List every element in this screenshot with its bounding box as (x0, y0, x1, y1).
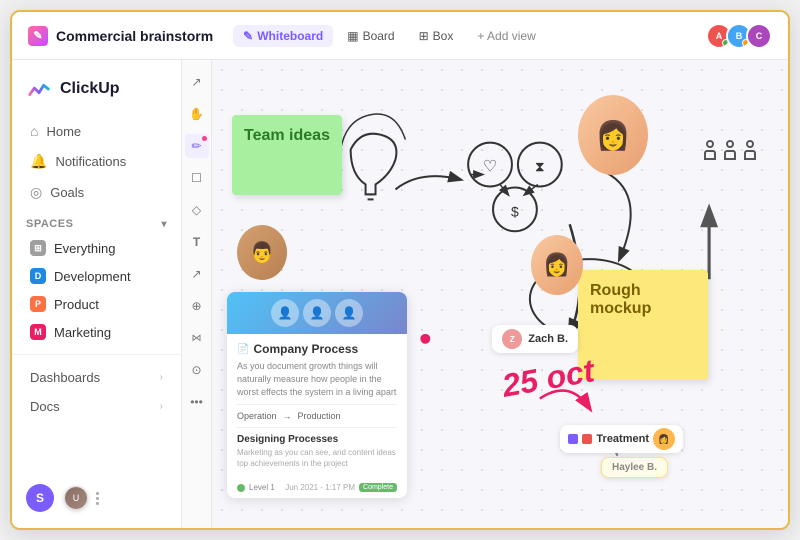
card-text: As you document growth things will natur… (237, 360, 397, 398)
home-icon: ⌂ (30, 123, 38, 139)
select-tool-button[interactable]: ↗ (185, 70, 209, 94)
more-tool-button[interactable]: ••• (185, 390, 209, 414)
card-body: 📄 Company Process As you document growth… (227, 334, 407, 477)
svg-text:$: $ (511, 203, 519, 219)
globe-tool-button[interactable]: ⊙ (185, 358, 209, 382)
sidebar-item-marketing[interactable]: M Marketing (16, 318, 177, 346)
tools-panel: ↗ ✋ ✏ ☐ ◇ T ↗ ⊕ ⋈ ⊙ ••• (182, 60, 212, 528)
everything-dot: ⊞ (30, 240, 46, 256)
whiteboard-icon: ✎ (243, 29, 253, 43)
canvas-oval-avatar: 👩 (531, 235, 583, 295)
box-icon: ⊞ (419, 29, 429, 43)
company-process-card[interactable]: 👤 👤 👤 📄 Company Process As you document … (227, 292, 407, 498)
dev-dot: D (30, 268, 46, 284)
view-board[interactable]: ▦ Board (337, 25, 404, 47)
project-icon: ✎ (28, 26, 48, 46)
sidebar-footer[interactable]: S U (12, 476, 181, 520)
header-views: ✎ Whiteboard ▦ Board ⊞ Box + Add view (233, 25, 546, 47)
pen-tool-button[interactable]: ✏ (185, 134, 209, 158)
date-text: 25 oct (499, 352, 597, 404)
zach-label[interactable]: Z Zach B. (492, 325, 578, 353)
dashboards-arrow: › (160, 372, 163, 383)
people-icons-group (702, 140, 758, 162)
person-icon-1 (702, 140, 718, 162)
clickup-logo-icon (26, 76, 52, 102)
sidebar-item-home[interactable]: ⌂ Home (16, 116, 177, 146)
canvas-man-avatar: 👨 (237, 225, 287, 280)
sidebar-item-notifications[interactable]: 🔔 Notifications (16, 146, 177, 177)
progress-dot (237, 484, 245, 492)
view-whiteboard[interactable]: ✎ Whiteboard (233, 25, 333, 47)
pen-dot (202, 136, 207, 141)
main-layout: ClickUp ⌂ Home 🔔 Notifications ◎ Goals S… (12, 60, 788, 528)
docs-arrow: › (160, 401, 163, 412)
graph-tool-button[interactable]: ⋈ (185, 326, 209, 350)
add-view-button[interactable]: + Add view (467, 25, 545, 47)
product-dot: P (30, 296, 46, 312)
project-name: Commercial brainstorm (56, 28, 213, 44)
card-header: 👤 👤 👤 (227, 292, 407, 334)
people-row-top (702, 140, 758, 162)
text-tool-button[interactable]: T (185, 230, 209, 254)
sidebar-item-goals[interactable]: ◎ Goals (16, 177, 177, 208)
app-window: ✎ Commercial brainstorm ✎ Whiteboard ▦ B… (10, 10, 790, 530)
sidebar-item-development[interactable]: D Development (16, 262, 177, 290)
header-avatars: A B C (706, 23, 772, 49)
user-avatar: S (26, 484, 54, 512)
card-divider (237, 404, 397, 405)
shape-tool-button[interactable]: ☐ (185, 166, 209, 190)
chevron-down-icon[interactable]: ▾ (161, 219, 167, 230)
card-subtitle: Designing Processes (237, 434, 397, 445)
sticky-note-rough-mockup[interactable]: Rough mockup (578, 270, 708, 380)
card-bottom-text: Marketing as you can see, and content id… (237, 448, 397, 469)
goals-icon: ◎ (30, 184, 42, 201)
more-options-button[interactable] (96, 492, 99, 505)
hand-tool-button[interactable]: ✋ (185, 102, 209, 126)
level-label: Level 1 (249, 483, 275, 492)
diamond-tool-button[interactable]: ◇ (185, 198, 209, 222)
svg-text:⧗: ⧗ (535, 159, 545, 175)
marketing-dot: M (30, 324, 46, 340)
treatment-label[interactable]: Treatment 👩 (560, 425, 683, 453)
avatar-3: C (746, 23, 772, 49)
card-title: 📄 Company Process (237, 342, 397, 356)
date-label: Jun 2021 - 1:17 PM (285, 483, 355, 492)
card-row: Operation → Production (237, 411, 397, 421)
emoji-tool-button[interactable]: ⊕ (185, 294, 209, 318)
sidebar-item-dashboards[interactable]: Dashboards › (16, 363, 177, 392)
person-icon-2 (722, 140, 738, 162)
svg-text:♡: ♡ (483, 159, 497, 176)
card-divider-2 (237, 427, 397, 428)
card-footer: Level 1 Jun 2021 - 1:17 PM Complete (227, 477, 407, 498)
complete-badge: Complete (359, 483, 397, 492)
sidebar-item-everything[interactable]: ⊞ Everything (16, 234, 177, 262)
canvas[interactable]: ♡ ⧗ $ (212, 60, 788, 528)
header-title: ✎ Commercial brainstorm (28, 26, 213, 46)
logo: ClickUp (12, 68, 181, 116)
sidebar-item-product[interactable]: P Product (16, 290, 177, 318)
bell-icon: 🔔 (30, 153, 47, 170)
spaces-header: Spaces ▾ (12, 208, 181, 234)
haylee-label[interactable]: Haylee B. (601, 457, 668, 478)
header: ✎ Commercial brainstorm ✎ Whiteboard ▦ B… (12, 12, 788, 60)
canvas-face-avatar: 👩 (578, 95, 648, 175)
sidebar: ClickUp ⌂ Home 🔔 Notifications ◎ Goals S… (12, 60, 182, 528)
board-icon: ▦ (347, 29, 358, 43)
person-icon-3 (742, 140, 758, 162)
connector-tool-button[interactable]: ↗ (185, 262, 209, 286)
sidebar-bottom: Dashboards › Docs › (12, 354, 181, 421)
sticky-note-team-ideas[interactable]: Team ideas (232, 115, 342, 195)
view-box[interactable]: ⊞ Box (409, 25, 464, 47)
sidebar-item-docs[interactable]: Docs › (16, 392, 177, 421)
user-photo: U (64, 486, 88, 510)
